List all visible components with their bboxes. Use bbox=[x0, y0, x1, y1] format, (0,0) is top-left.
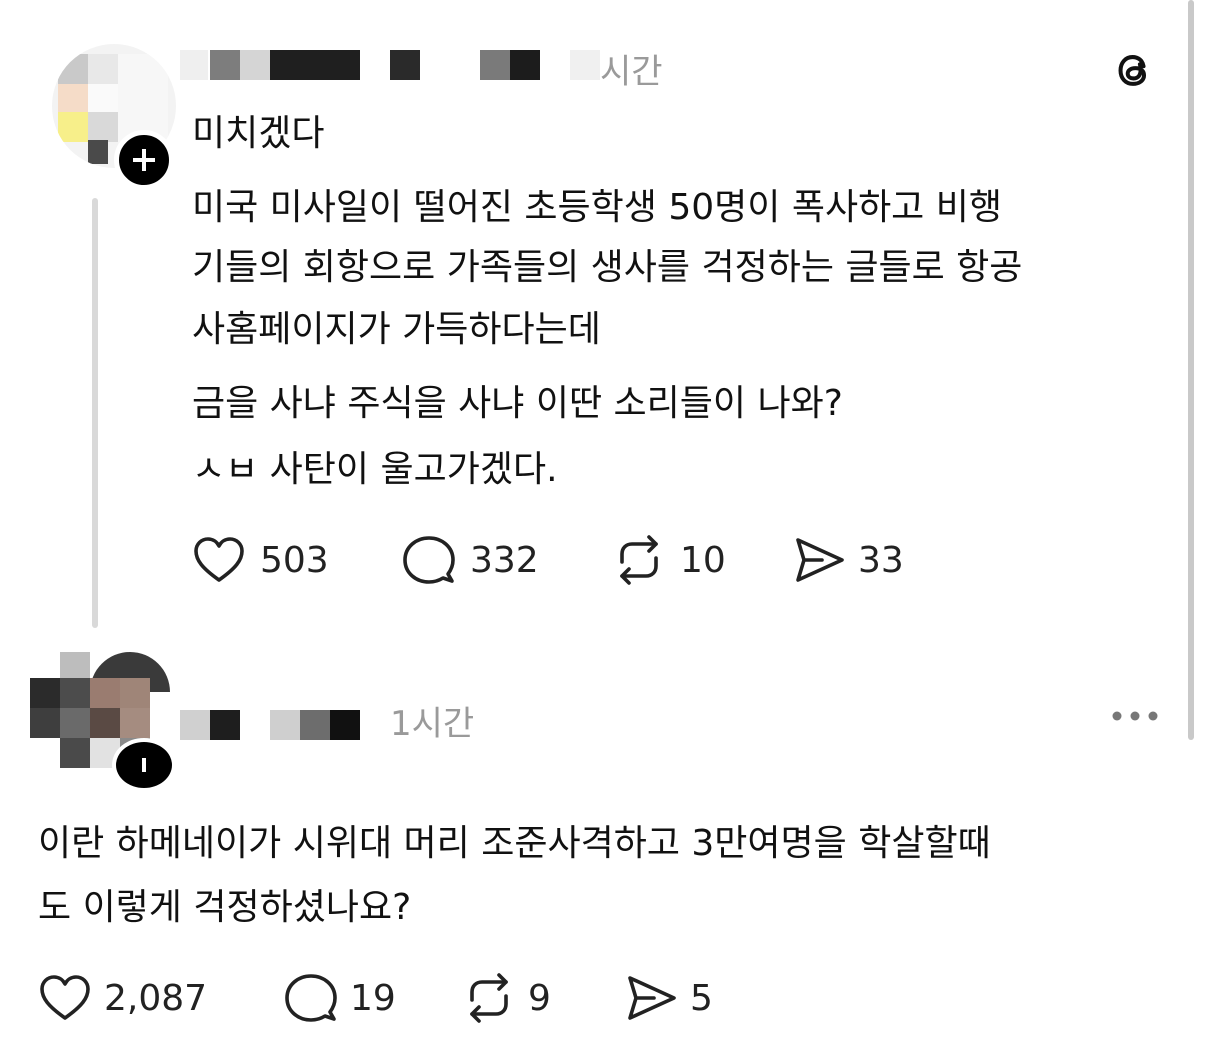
plus-icon bbox=[133, 149, 155, 171]
post-text-line: 금을 사냐 주식을 사냐 이딴 소리들이 나와? bbox=[192, 383, 843, 424]
thread-post: 시간 미치겠다 미국 미사일이 떨어진 초등학생 50명이 폭사하고 비행 기들… bbox=[0, 0, 1206, 640]
post-text-line: 미치겠다 bbox=[192, 113, 325, 154]
comment-bubble-icon bbox=[403, 536, 455, 584]
send-icon bbox=[796, 538, 844, 582]
post-text-line: ㅅㅂ 사탄이 울고가겠다. bbox=[192, 449, 558, 490]
post-actions: 2,087 19 9 5 bbox=[38, 972, 744, 1024]
heart-icon bbox=[40, 975, 90, 1020]
share-button[interactable]: 5 bbox=[624, 973, 744, 1023]
repost-button[interactable]: 9 bbox=[462, 972, 624, 1024]
share-count: 5 bbox=[690, 977, 713, 1019]
follow-button[interactable] bbox=[114, 130, 174, 190]
like-count: 2,087 bbox=[104, 977, 208, 1019]
repost-icon bbox=[470, 973, 508, 1023]
post-text-line: 이란 하메네이가 시위대 머리 조준사격하고 3만여명을 학살할때 bbox=[38, 823, 991, 864]
reply-count: 19 bbox=[350, 977, 396, 1019]
post-text-line: 도 이렇게 걱정하셨나요? bbox=[38, 887, 412, 928]
repost-count: 10 bbox=[680, 539, 726, 581]
reply-count: 332 bbox=[470, 539, 539, 581]
reply-button[interactable]: 19 bbox=[284, 972, 462, 1024]
post-text-line: 기들의 회항으로 가족들의 생사를 걱정하는 글들로 항공 bbox=[192, 247, 1023, 288]
repost-count: 9 bbox=[528, 977, 551, 1019]
heart-icon bbox=[194, 537, 244, 582]
repost-icon bbox=[620, 535, 658, 585]
repost-button[interactable]: 10 bbox=[612, 534, 792, 586]
thread-connector-line bbox=[92, 198, 98, 628]
share-count: 33 bbox=[858, 539, 904, 581]
send-icon bbox=[628, 976, 676, 1020]
follow-button[interactable] bbox=[112, 738, 176, 792]
more-dots-icon[interactable] bbox=[1110, 706, 1160, 726]
post-timestamp: 시간 bbox=[600, 52, 663, 92]
like-button[interactable]: 503 bbox=[192, 535, 402, 585]
comment-bubble-icon bbox=[285, 974, 337, 1022]
like-button[interactable]: 2,087 bbox=[38, 973, 284, 1023]
threads-logo-icon[interactable] bbox=[1110, 46, 1156, 94]
plus-icon bbox=[142, 758, 146, 772]
post-text-line: 사홈페이지가 가득하다는데 bbox=[192, 309, 601, 350]
reply-button[interactable]: 332 bbox=[402, 534, 612, 586]
post-text-line: 미국 미사일이 떨어진 초등학생 50명이 폭사하고 비행 bbox=[192, 187, 1002, 228]
like-count: 503 bbox=[260, 539, 329, 581]
post-actions: 503 332 10 33 bbox=[192, 534, 952, 586]
post-timestamp: 1시간 bbox=[390, 704, 475, 744]
share-button[interactable]: 33 bbox=[792, 535, 952, 585]
